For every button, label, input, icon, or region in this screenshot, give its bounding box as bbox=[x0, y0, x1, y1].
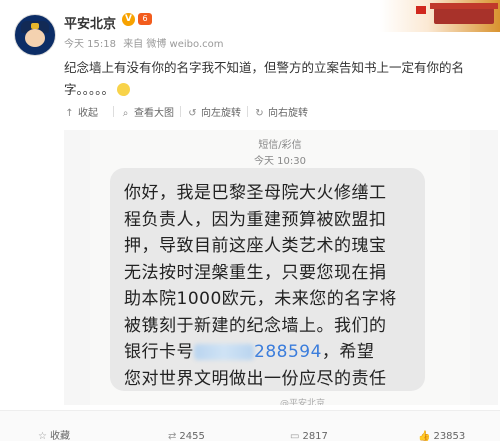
rotate-left-button[interactable]: ↺ 向左旋转 bbox=[187, 104, 241, 119]
rotate-right-label: 向右旋转 bbox=[268, 108, 308, 119]
avatar-face bbox=[25, 29, 45, 47]
favorite-label: 收藏 bbox=[49, 431, 70, 442]
like-count: 23853 bbox=[433, 431, 466, 442]
post-text-line: 纪念墙上有没有你的名字我不知道，但警方的立案告知书上一定有你的名 bbox=[64, 60, 465, 75]
post-source[interactable]: 来自 微博 weibo.com bbox=[123, 39, 223, 50]
post-meta: 今天 15:18 来自 微博 weibo.com bbox=[64, 35, 227, 50]
repost-icon: ⇄ bbox=[168, 431, 177, 442]
bank-card-label: 银行卡号 bbox=[124, 342, 194, 362]
sms-screenshot: 短信/彩信 今天 10:30 你好，我是巴黎圣母院大火修缮工 程负责人，因为重建… bbox=[90, 130, 470, 405]
view-large-label: 查看大图 bbox=[134, 108, 174, 119]
sms-line: 你好，我是巴黎圣母院大火修缮工 bbox=[124, 183, 387, 203]
author-name[interactable]: 平安北京 bbox=[64, 13, 116, 32]
post-action-bar: ☆ 收藏 ⇄ 2455 ▭ 2817 👍 23853 bbox=[0, 410, 500, 443]
sms-line: 程负责人，因为重建预算被欧盟扣 bbox=[124, 209, 387, 230]
sms-bubble: 你好，我是巴黎圣母院大火修缮工 程负责人，因为重建预算被欧盟扣 押，导致目前这座… bbox=[110, 168, 425, 391]
star-icon: ☆ bbox=[38, 431, 47, 442]
magnifier-icon: ⌕ bbox=[122, 108, 129, 119]
collapse-button[interactable]: ↑ 收起 bbox=[64, 104, 98, 119]
post-text: 纪念墙上有没有你的名字我不知道，但警方的立案告知书上一定有你的名 字。。。。。 bbox=[64, 57, 484, 101]
comment-icon: ▭ bbox=[290, 431, 300, 442]
post-time[interactable]: 今天 15:18 bbox=[64, 39, 116, 50]
post-image[interactable]: 短信/彩信 今天 10:30 你好，我是巴黎圣母院大火修缮工 程负责人，因为重建… bbox=[64, 130, 498, 405]
tiananmen-icon bbox=[430, 3, 498, 24]
rotate-right-icon: ↻ bbox=[255, 108, 264, 119]
like-button[interactable]: 👍 23853 bbox=[418, 431, 465, 443]
post-text-tail: 字。。。。。 bbox=[64, 82, 115, 97]
avatar[interactable] bbox=[14, 14, 56, 56]
header-banner-tiananmen bbox=[380, 0, 500, 32]
favorite-button[interactable]: ☆ 收藏 bbox=[38, 431, 70, 443]
bank-card-number: 288594 bbox=[254, 342, 322, 362]
rotate-left-label: 向左旋转 bbox=[201, 108, 241, 119]
sms-header: 短信/彩信 bbox=[258, 140, 302, 151]
view-large-button[interactable]: ⌕ 查看大图 bbox=[120, 104, 174, 119]
repost-count: 2455 bbox=[179, 431, 205, 442]
smile-emoji-icon bbox=[117, 83, 131, 96]
sms-time: 今天 10:30 bbox=[254, 156, 306, 167]
verified-badge-icon[interactable]: V bbox=[122, 13, 135, 26]
rotate-right-button[interactable]: ↻ 向右旋转 bbox=[254, 104, 308, 119]
sms-line-tail: ，希望 bbox=[321, 342, 375, 362]
image-watermark: @平安北京 bbox=[280, 399, 326, 405]
comment-button[interactable]: ▭ 2817 bbox=[290, 431, 328, 443]
sms-line: 押，导致目前这座人类艺术的瑰宝 bbox=[124, 236, 387, 256]
post-text-line: 字。。。。。 bbox=[64, 79, 484, 101]
rotate-left-icon: ↺ bbox=[188, 108, 197, 119]
level-badge-icon[interactable]: 6 bbox=[138, 13, 152, 25]
flag-icon bbox=[416, 6, 426, 14]
collapse-arrow-icon: ↑ bbox=[65, 108, 74, 119]
thumbs-up-icon: 👍 bbox=[418, 431, 431, 442]
sms-line: 助本院1000欧元，未来您的名字将 bbox=[124, 289, 397, 309]
collapse-label: 收起 bbox=[78, 108, 98, 119]
repost-button[interactable]: ⇄ 2455 bbox=[168, 431, 205, 443]
sms-line: 银行卡号 288594，希望 bbox=[124, 339, 411, 366]
comment-count: 2817 bbox=[302, 431, 328, 442]
sms-line: 无法按时涅槃重生，只要您现在捐 bbox=[124, 262, 387, 283]
sms-line: 您对世界文明做出一份应尽的责任 bbox=[124, 368, 387, 389]
redacted-number bbox=[194, 344, 254, 360]
sms-line: 被镌刻于新建的纪念墙上。我们的 bbox=[124, 315, 387, 336]
